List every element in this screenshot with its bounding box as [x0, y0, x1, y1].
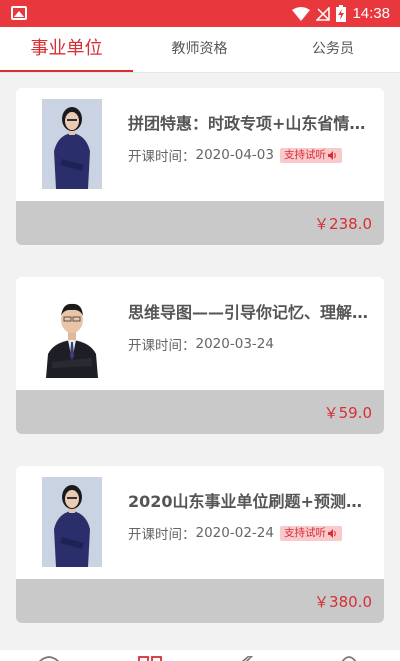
teacher-photo	[42, 99, 102, 189]
course-date: 2020-03-24	[195, 336, 274, 352]
trial-badge-label: 支持试听	[283, 148, 326, 161]
course-title: 拼团特惠：时政专项+山东省情省况	[128, 114, 374, 133]
course-date: 2020-04-03	[195, 147, 274, 163]
course-price: ￥380.0	[314, 593, 372, 611]
status-time: 14:38	[352, 5, 390, 22]
edit-nav-icon[interactable]	[240, 656, 256, 661]
tab-teacher-qualification[interactable]: 教师资格	[133, 27, 266, 73]
date-label: 开课时间：	[128, 338, 196, 354]
course-date-row: 开课时间： 2020-02-24 支持试听	[128, 523, 342, 543]
tab-civil-servant[interactable]: 公务员	[266, 27, 400, 73]
tab-public-institution[interactable]: 事业单位	[0, 27, 133, 73]
teacher-photo	[42, 477, 102, 567]
course-card[interactable]: 2020山东事业单位刷题+预测冲刺班 开课时间： 2020-02-24 支持试听…	[16, 466, 384, 623]
trial-badge: 支持试听	[279, 525, 342, 541]
trial-badge: 支持试听	[279, 147, 342, 163]
status-bar: 14:38	[0, 0, 400, 27]
course-title: 2020山东事业单位刷题+预测冲刺班	[128, 492, 374, 511]
active-tab-indicator	[0, 70, 133, 72]
profile-nav-icon[interactable]	[340, 656, 358, 661]
price-bar: ￥238.0	[16, 201, 384, 245]
status-icons: 14:38	[292, 4, 390, 23]
speaker-icon	[327, 150, 336, 160]
category-tabs: 事业单位 教师资格 公务员	[0, 27, 400, 73]
no-signal-icon	[316, 6, 331, 21]
course-price: ￥238.0	[314, 215, 372, 233]
date-label: 开课时间：	[128, 149, 196, 165]
wifi-icon	[292, 6, 311, 21]
course-date-row: 开课时间： 2020-04-03 支持试听	[128, 145, 342, 165]
date-label: 开课时间：	[128, 527, 196, 543]
image-notification-icon	[11, 6, 27, 20]
course-date-row: 开课时间： 2020-03-24	[128, 334, 274, 354]
teacher-photo	[42, 288, 102, 378]
price-bar: ￥59.0	[16, 390, 384, 434]
course-title: 思维导图——引导你记忆、理解的奥秘	[128, 303, 374, 322]
home-nav-icon[interactable]	[38, 656, 60, 661]
speaker-icon	[327, 528, 336, 538]
course-card[interactable]: 拼团特惠：时政专项+山东省情省况 开课时间： 2020-04-03 支持试听 ￥…	[16, 88, 384, 245]
course-date: 2020-02-24	[195, 525, 274, 541]
price-bar: ￥380.0	[16, 579, 384, 623]
course-card[interactable]: 思维导图——引导你记忆、理解的奥秘 开课时间： 2020-03-24 ￥59.0	[16, 277, 384, 434]
course-price: ￥59.0	[323, 404, 372, 422]
trial-badge-label: 支持试听	[283, 526, 326, 539]
battery-charging-icon	[336, 5, 347, 22]
bottom-navigation	[0, 650, 400, 661]
courses-nav-icon[interactable]	[138, 656, 162, 661]
